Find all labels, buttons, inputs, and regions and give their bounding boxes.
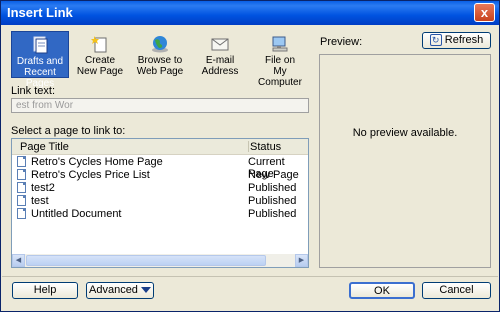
refresh-button[interactable]: ↻ Refresh: [422, 32, 491, 49]
page-title: Retro's Cycles Price List: [31, 169, 150, 181]
tab-label-line2: New Page: [76, 66, 124, 77]
preview-pane: No preview available.: [319, 54, 491, 268]
dialog-title: Insert Link: [7, 5, 73, 20]
document-icon: [17, 195, 26, 206]
link-type-toolbar: Drafts and Recent Pages Create New Page …: [11, 31, 311, 89]
tab-label-line1: Drafts and: [16, 56, 64, 67]
tab-drafts-recent-pages[interactable]: Drafts and Recent Pages: [11, 31, 69, 89]
link-text-label: Link text:: [11, 85, 56, 97]
link-text-input[interactable]: est from Wor: [11, 98, 309, 113]
tab-label-line2: My Computer: [258, 66, 302, 88]
list-item[interactable]: test Published: [17, 195, 305, 208]
document-icon: [17, 169, 26, 180]
tab-label-line1: E-mail: [205, 55, 235, 66]
computer-icon: [272, 36, 288, 52]
list-item[interactable]: test2 Published: [17, 182, 305, 195]
page-list[interactable]: Page Title Status Retro's Cycles Home Pa…: [11, 138, 309, 268]
tab-label-line1: File on: [264, 55, 295, 66]
tab-label-line1: Create: [84, 55, 115, 66]
page-title: Untitled Document: [31, 208, 122, 220]
ok-button[interactable]: OK: [349, 282, 415, 299]
page-status: Published: [248, 182, 297, 194]
cancel-label: Cancel: [439, 284, 474, 296]
page-title: test2: [31, 182, 55, 194]
scroll-left-icon: ◀: [15, 257, 22, 264]
new-page-icon: [91, 36, 107, 53]
close-button[interactable]: x: [474, 3, 495, 22]
page-status: Published: [248, 195, 297, 207]
preview-empty-text: No preview available.: [352, 127, 458, 139]
preview-label: Preview:: [320, 36, 363, 48]
horizontal-scrollbar[interactable]: ◀ ▶: [12, 254, 308, 267]
tab-label-line2: Address: [201, 66, 239, 77]
page-status: Published: [248, 208, 297, 220]
scroll-thumb[interactable]: [26, 255, 266, 266]
column-header-status[interactable]: Status: [250, 141, 281, 153]
footer-divider: [2, 276, 498, 277]
document-icon: [17, 208, 26, 219]
tab-email-address[interactable]: E-mail Address: [191, 31, 249, 78]
document-icon: [17, 156, 26, 167]
advanced-button[interactable]: Advanced: [86, 282, 154, 299]
email-icon: [211, 38, 229, 51]
help-button[interactable]: Help: [12, 282, 78, 299]
page-status: New Page: [248, 169, 299, 181]
advanced-label: Advanced: [89, 284, 138, 296]
tab-file-on-my-computer[interactable]: File on My Computer: [251, 31, 309, 88]
tab-label-line2: Web Page: [136, 66, 184, 77]
globe-icon: [152, 36, 168, 53]
help-label: Help: [33, 284, 57, 296]
tab-create-new-page[interactable]: Create New Page: [71, 31, 129, 78]
column-header-page-title[interactable]: Page Title: [20, 141, 69, 153]
refresh-label: Refresh: [444, 34, 484, 46]
document-icon: [17, 182, 26, 193]
insert-link-dialog: Insert Link x Drafts and Recent Pages Cr…: [0, 0, 500, 312]
scroll-right-icon: ▶: [298, 257, 305, 264]
ok-label: OK: [374, 285, 390, 297]
column-divider[interactable]: [248, 141, 249, 152]
list-header: Page Title Status: [12, 139, 308, 155]
page-title: Retro's Cycles Home Page: [31, 156, 163, 168]
scroll-right-button[interactable]: ▶: [295, 254, 308, 267]
list-item[interactable]: Retro's Cycles Home Page Current Page: [17, 156, 305, 180]
list-item[interactable]: Retro's Cycles Price List New Page: [17, 169, 305, 182]
link-text-value: est from Wor: [16, 100, 74, 111]
close-icon: x: [480, 5, 489, 20]
cancel-button[interactable]: Cancel: [422, 282, 491, 299]
scroll-left-button[interactable]: ◀: [12, 254, 25, 267]
refresh-icon: ↻: [429, 34, 442, 47]
page-title: test: [31, 195, 49, 207]
tab-browse-web-page[interactable]: Browse to Web Page: [131, 31, 189, 78]
list-item[interactable]: Untitled Document Published: [17, 208, 305, 221]
drafts-icon: [33, 36, 48, 54]
select-page-label: Select a page to link to:: [11, 125, 126, 137]
title-bar[interactable]: Insert Link x: [1, 1, 499, 25]
dropdown-arrow-icon: [141, 287, 151, 294]
tab-label-line1: Browse to: [137, 55, 183, 66]
